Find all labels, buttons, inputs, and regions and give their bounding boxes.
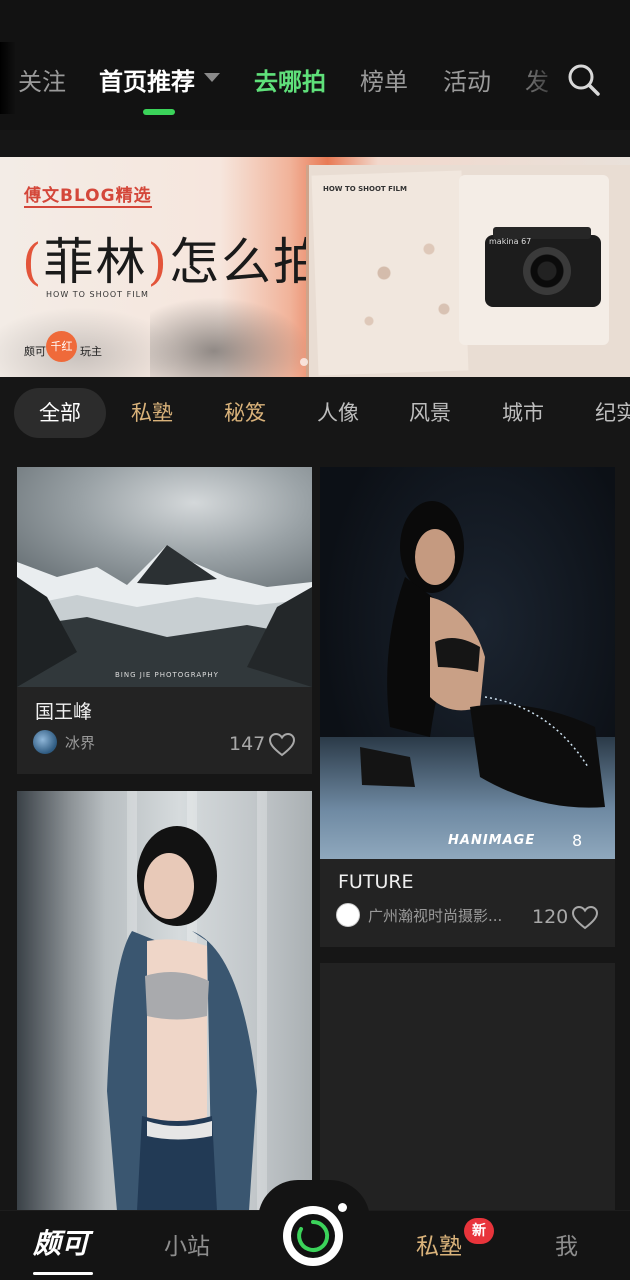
like-count: 147	[229, 733, 266, 755]
chip-private-school[interactable]: 私塾	[131, 388, 173, 438]
card-image[interactable]: BING JIE PHOTOGRAPHY	[17, 467, 312, 687]
card-image[interactable]	[17, 791, 312, 1210]
bottom-tab-private-school[interactable]: 私塾	[416, 1227, 462, 1261]
avatar[interactable]	[336, 903, 360, 927]
heart-icon[interactable]	[572, 906, 598, 930]
camera-button-dot	[338, 1203, 347, 1212]
tab-recommended[interactable]: 首页推荐	[99, 62, 195, 97]
banner-brand-right: 玩主	[80, 345, 102, 358]
tab-where-to-shoot[interactable]: 去哪拍	[254, 62, 326, 97]
banner-title-paren-close: )	[147, 233, 170, 291]
banner-brand-seal: 千红	[46, 331, 77, 362]
portrait-photo: HANIMAGE 8	[320, 467, 615, 859]
feed-card[interactable]: BING JIE PHOTOGRAPHY 国王峰 冰界 147	[17, 467, 312, 774]
banner-blog-label: 傅文BLOG精选	[24, 181, 152, 208]
feed-card-placeholder	[320, 963, 615, 1210]
feed-card[interactable]: HANIMAGE 8 FUTURE 广州瀚视时尚摄影... 120	[320, 467, 615, 947]
camera-lens	[523, 247, 571, 295]
banner-page-indicator	[300, 358, 308, 366]
banner-title-main: 菲林	[43, 233, 148, 291]
mountain-shape	[17, 545, 312, 687]
camera-shutter-icon	[297, 1219, 330, 1252]
caret-down-icon[interactable]	[204, 73, 220, 82]
avatar[interactable]	[33, 730, 57, 754]
model-silhouette	[107, 826, 257, 1210]
bottom-tab-active-indicator	[33, 1272, 93, 1275]
film-camera-image: makina 67	[485, 227, 601, 307]
feed-card[interactable]	[17, 791, 312, 1210]
image-watermark: HANIMAGE	[448, 833, 536, 848]
mountain-photo: BING JIE PHOTOGRAPHY	[17, 467, 312, 687]
image-count-badge: 8	[572, 831, 583, 850]
chip-landscape[interactable]: 风景	[409, 388, 451, 438]
banner-title-paren-open: (	[22, 233, 44, 291]
tab-rankings[interactable]: 榜单	[360, 62, 408, 97]
search-icon	[568, 64, 600, 96]
bottom-tab-home[interactable]: 颇可	[33, 1222, 89, 1262]
camera-label: makina 67	[489, 237, 532, 246]
banner-book-caption: HOW TO SHOOT FILM	[323, 185, 407, 193]
banner-ink-decoration	[0, 307, 180, 377]
banner-photo: HOW TO SHOOT FILM makina 67	[306, 165, 630, 377]
scroll-fade-right	[510, 50, 570, 110]
tab-events[interactable]: 活动	[443, 62, 491, 97]
bottom-tab-station[interactable]: 小站	[164, 1227, 210, 1261]
image-watermark: BING JIE PHOTOGRAPHY	[115, 671, 219, 679]
tab-follow[interactable]: 关注	[18, 62, 66, 97]
scroll-fade-left	[0, 42, 16, 114]
chip-all[interactable]: 全部	[14, 388, 106, 438]
like-count: 120	[532, 906, 569, 928]
card-author[interactable]: 广州瀚视时尚摄影...	[368, 905, 502, 926]
active-tab-indicator	[143, 109, 175, 115]
new-badge: 新	[464, 1218, 494, 1244]
chip-portrait[interactable]: 人像	[317, 388, 359, 438]
card-title: FUTURE	[338, 871, 414, 893]
category-chips: 全部 私塾 秘笈 人像 风景 城市 纪实	[0, 388, 630, 440]
chip-city[interactable]: 城市	[502, 388, 544, 438]
search-button[interactable]	[566, 62, 602, 98]
model-silhouette	[360, 501, 605, 808]
card-author[interactable]: 冰界	[65, 732, 95, 753]
banner-subtitle: HOW TO SHOOT FILM	[46, 290, 149, 299]
chip-secrets[interactable]: 秘笈	[224, 388, 266, 438]
heart-icon[interactable]	[269, 733, 295, 757]
portrait-photo	[17, 791, 312, 1210]
bottom-tab-me[interactable]: 我	[555, 1227, 578, 1261]
banner-brand-left: 颇可	[24, 345, 46, 358]
card-image[interactable]: HANIMAGE 8	[320, 467, 615, 859]
chip-documentary[interactable]: 纪实	[595, 388, 630, 438]
card-title: 国王峰	[35, 701, 93, 723]
